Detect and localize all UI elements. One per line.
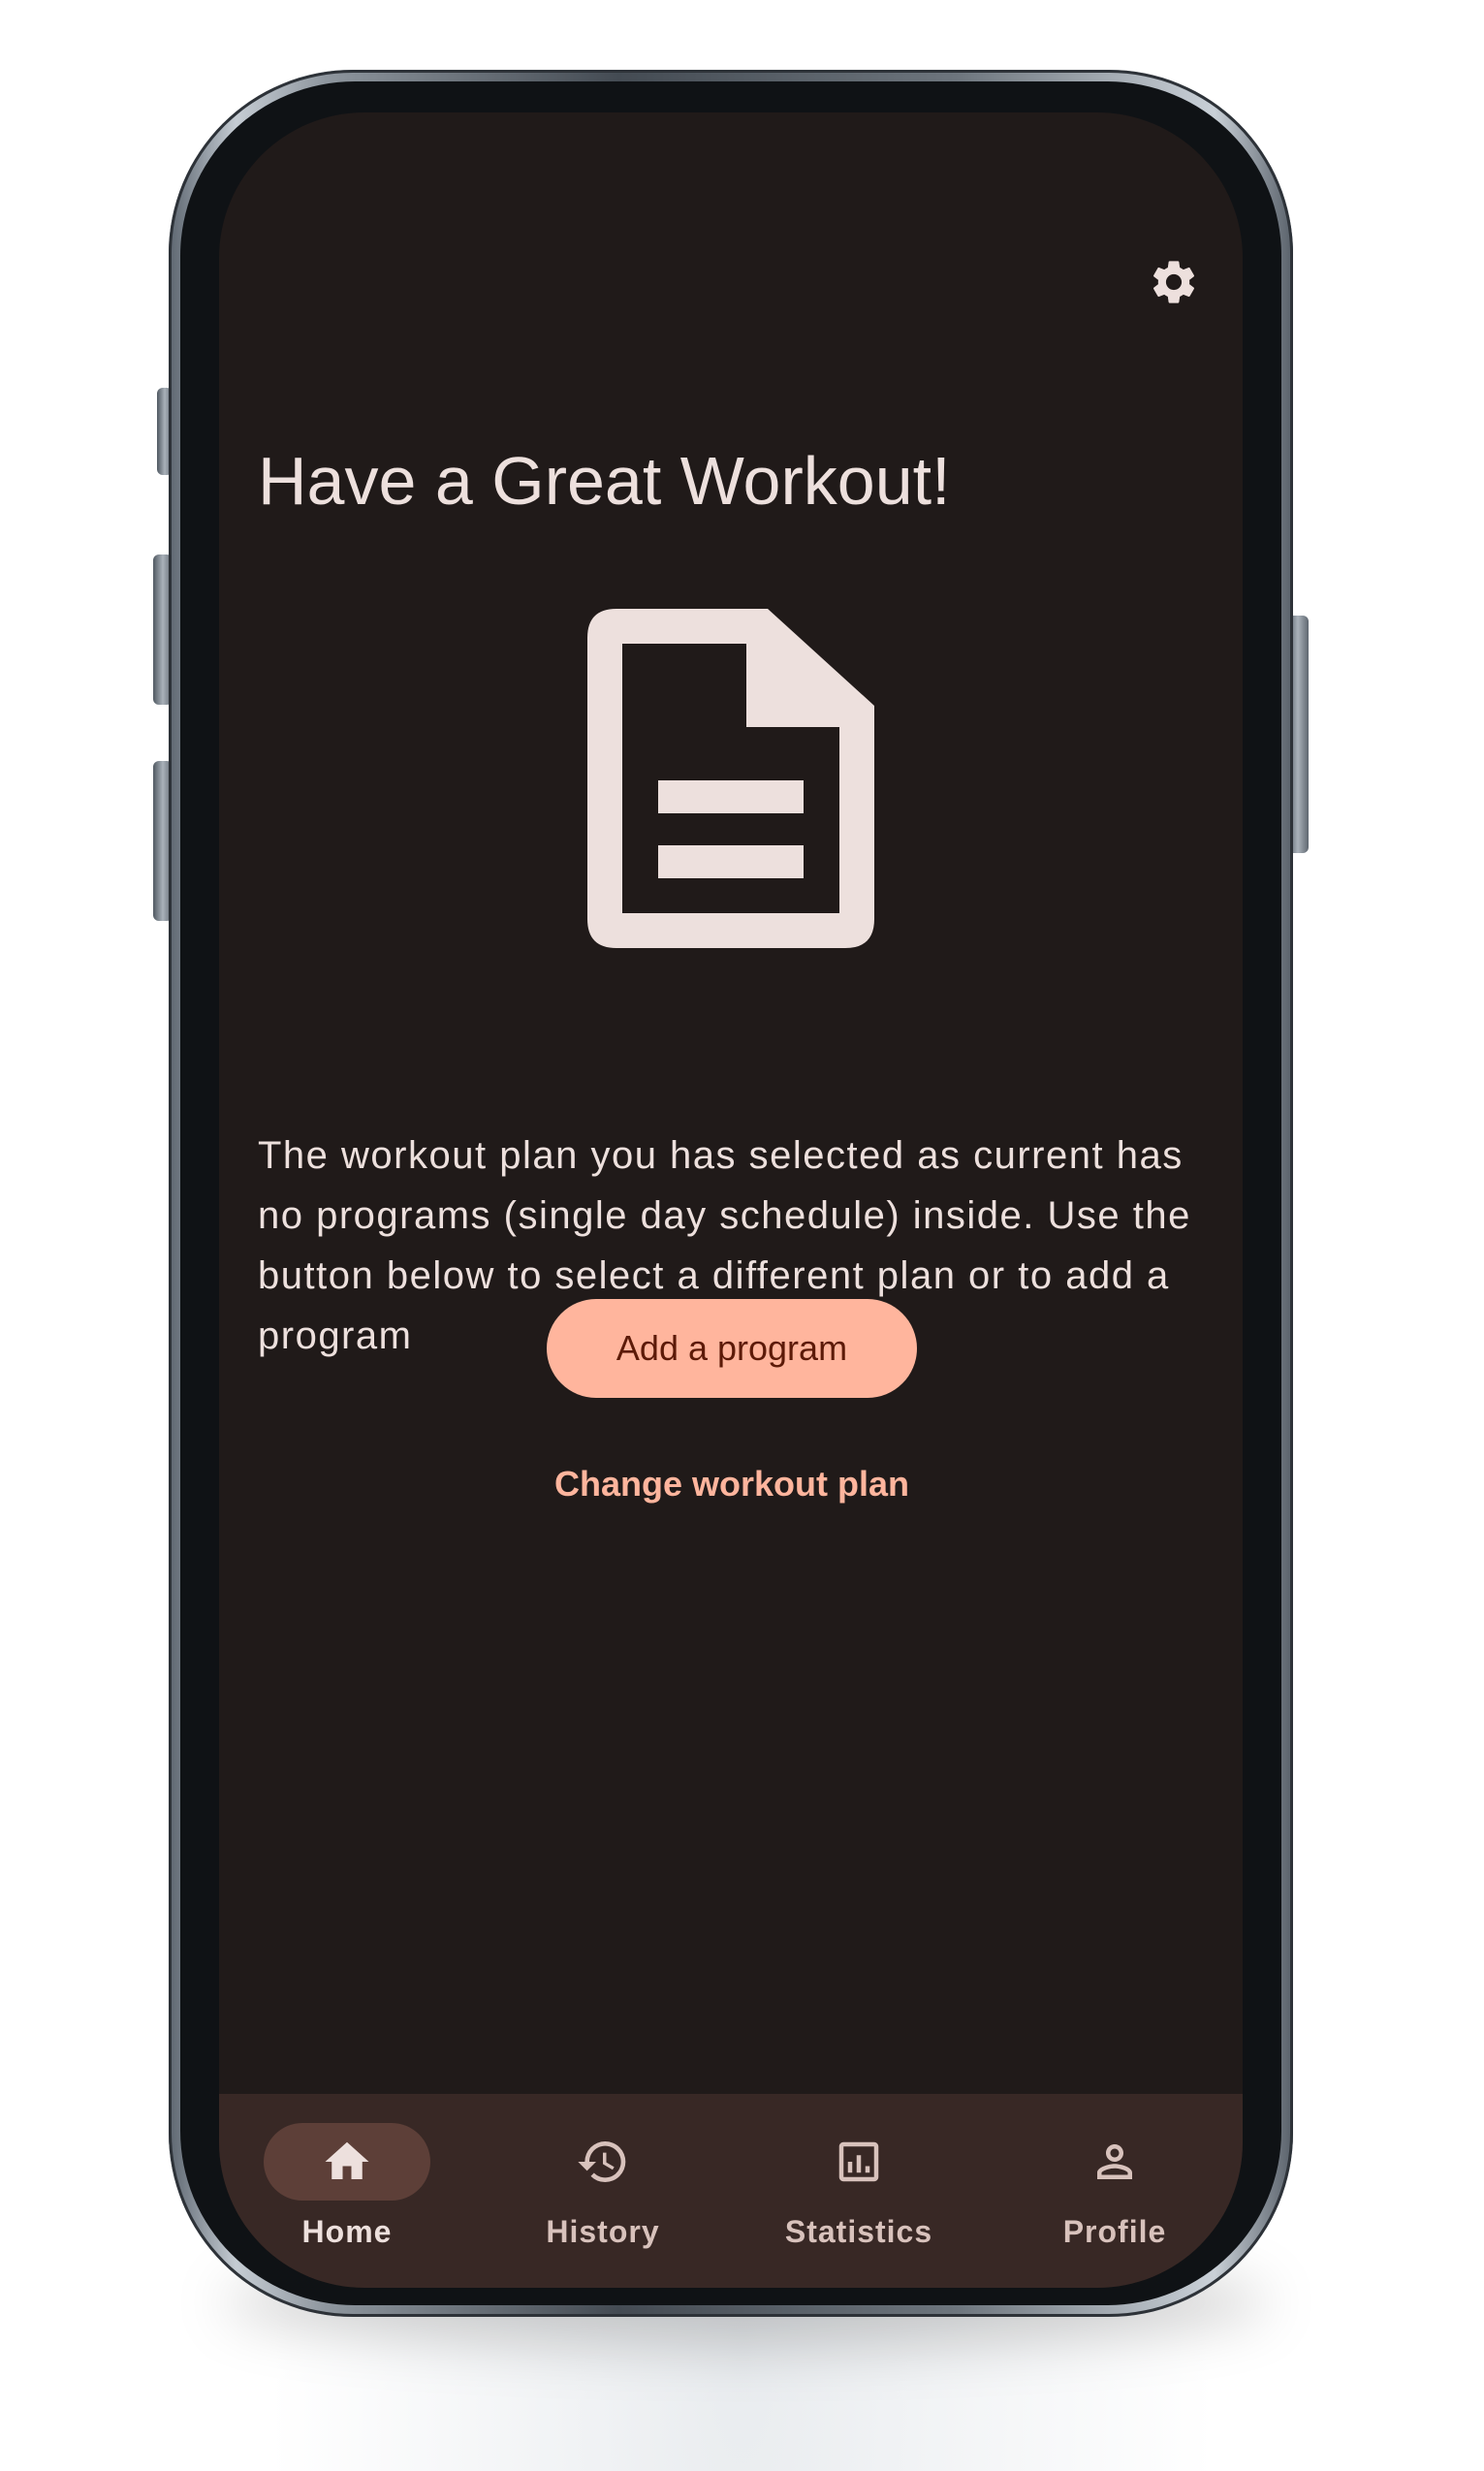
gear-icon [1152, 261, 1195, 303]
nav-active-indicator [264, 2123, 430, 2201]
home-icon [325, 2141, 369, 2179]
app-screen: Have a Great Workout! The workout plan y… [219, 112, 1243, 2288]
add-program-button[interactable]: Add a program [547, 1299, 917, 1398]
bottom-navigation: Home History Statistics Profile [219, 2094, 1243, 2288]
page-title: Have a Great Workout! [258, 443, 951, 519]
settings-button[interactable] [1140, 248, 1208, 316]
change-workout-plan-button[interactable]: Change workout plan [510, 1445, 954, 1523]
document-icon [587, 609, 874, 948]
nav-label-statistics: Statistics [784, 2214, 933, 2249]
statistics-icon [838, 2141, 879, 2182]
history-icon [578, 2141, 626, 2182]
nav-label-history: History [546, 2214, 660, 2249]
nav-item-history[interactable]: History [506, 2094, 700, 2288]
nav-label-profile: Profile [1062, 2214, 1167, 2249]
nav-item-home[interactable]: Home [250, 2094, 444, 2288]
nav-item-statistics[interactable]: Statistics [762, 2094, 956, 2288]
device-mockup: Have a Great Workout! The workout plan y… [0, 0, 1484, 2471]
nav-label-home: Home [301, 2214, 393, 2249]
profile-icon [1097, 2144, 1132, 2179]
nav-item-profile[interactable]: Profile [1018, 2094, 1212, 2288]
